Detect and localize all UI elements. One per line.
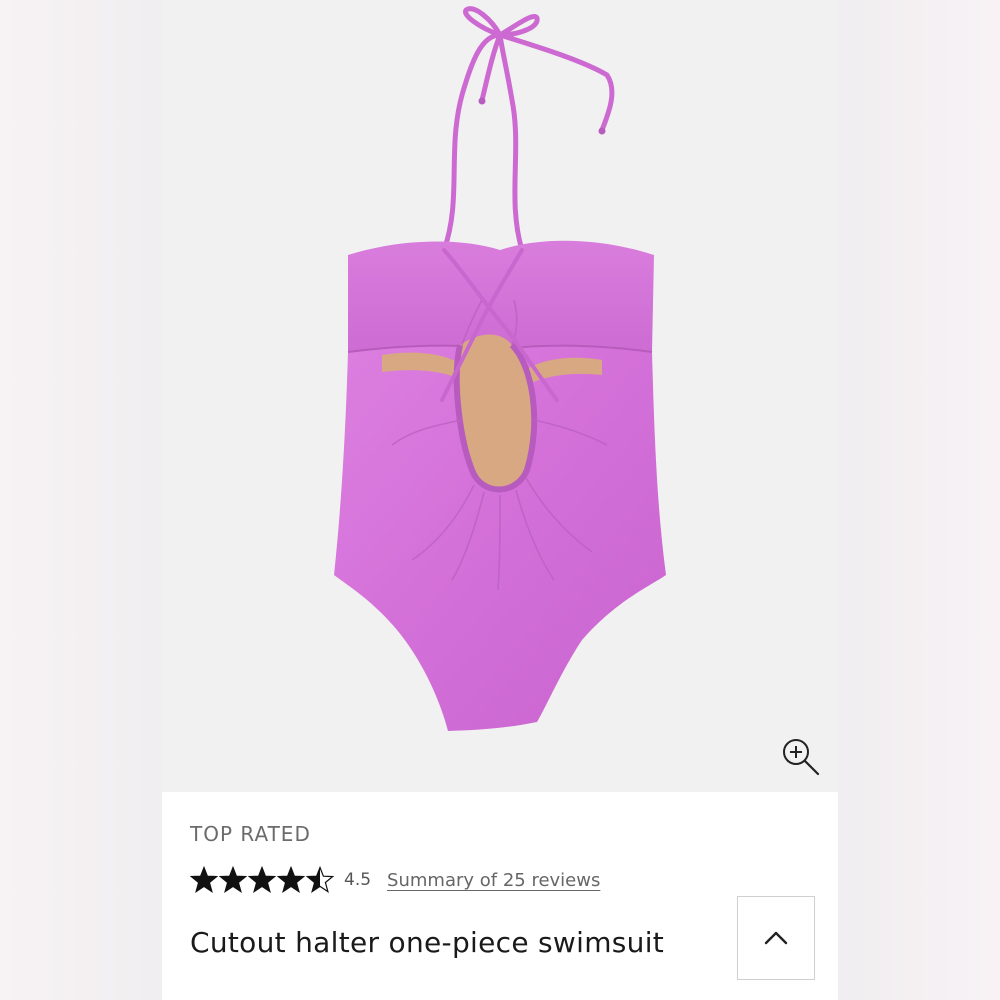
product-info: TOP RATED 4.5 Summary of 25 reviews Cuto…: [162, 792, 838, 1000]
star-icon: [277, 866, 305, 893]
rating-row: 4.5 Summary of 25 reviews: [190, 864, 600, 896]
star-icon: [190, 866, 218, 893]
product-title: Cutout halter one-piece swimsuit: [190, 926, 665, 959]
chevron-up-icon: [764, 931, 788, 945]
left-margin: [0, 0, 162, 1000]
reviews-summary-link[interactable]: Summary of 25 reviews: [387, 870, 600, 891]
zoom-in-icon: [783, 739, 820, 776]
product-image[interactable]: [162, 0, 838, 792]
star-rating: [190, 866, 334, 894]
right-margin: [838, 0, 1000, 1000]
rating-value: 4.5: [344, 870, 372, 890]
top-rated-badge: TOP RATED: [190, 822, 311, 846]
star-icon: [219, 866, 247, 893]
collapse-button[interactable]: [737, 896, 815, 980]
swimsuit-image: [334, 6, 666, 731]
zoom-button[interactable]: [778, 734, 822, 778]
product-card: TOP RATED 4.5 Summary of 25 reviews Cuto…: [162, 0, 838, 1000]
star-icon: [248, 866, 276, 893]
star-icon: [306, 866, 334, 893]
